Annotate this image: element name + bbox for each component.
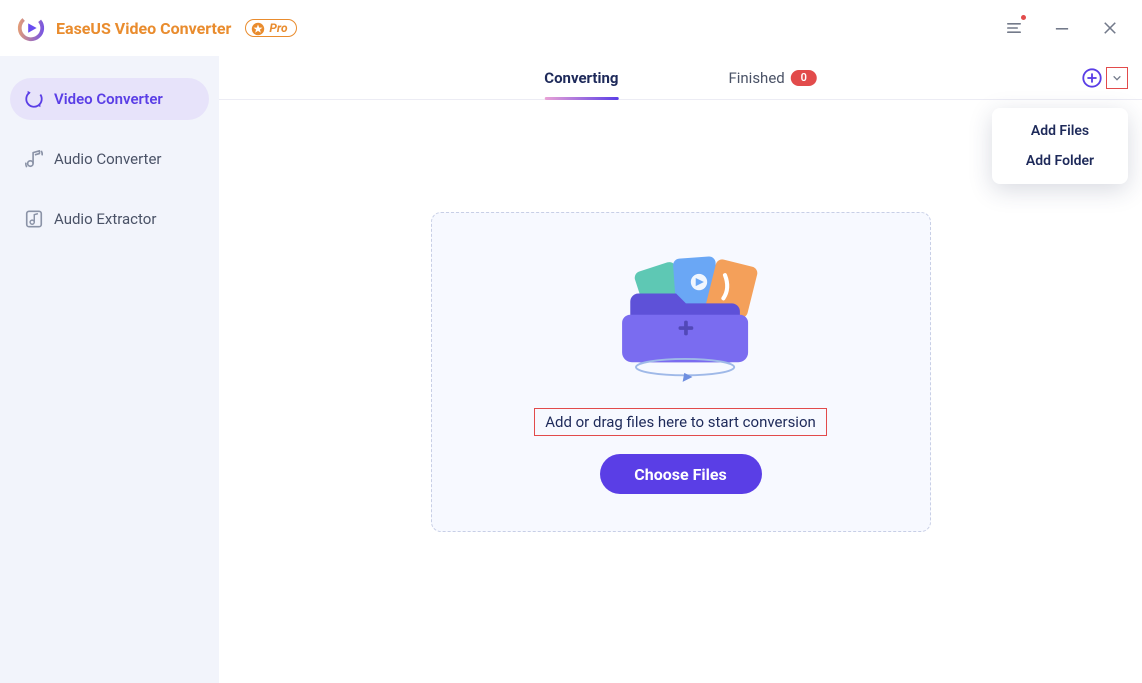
star-icon — [251, 21, 265, 35]
sidebar: Video Converter Audio Converter — [0, 56, 219, 683]
count-badge: 0 — [791, 70, 817, 86]
sidebar-item-video-converter[interactable]: Video Converter — [10, 78, 209, 120]
sidebar-item-label: Audio Extractor — [54, 210, 156, 228]
tab-converting[interactable]: Converting — [544, 56, 618, 99]
dropzone[interactable]: Add or drag files here to start conversi… — [431, 212, 931, 532]
tab-finished[interactable]: Finished 0 — [728, 56, 816, 99]
choose-files-button[interactable]: Choose Files — [600, 454, 762, 494]
add-button[interactable] — [1080, 66, 1104, 90]
dropdown-item-add-files[interactable]: Add Files — [992, 116, 1128, 146]
tab-label: Finished — [728, 69, 784, 87]
minimize-button[interactable] — [1052, 18, 1072, 38]
tabs-row: Converting Finished 0 — [219, 56, 1142, 100]
titlebar: EaseUS Video Converter Pro — [0, 0, 1142, 56]
sidebar-item-label: Audio Converter — [54, 150, 161, 168]
menu-button[interactable] — [1004, 18, 1024, 38]
dropdown-item-add-folder[interactable]: Add Folder — [992, 146, 1128, 176]
add-controls — [1080, 66, 1128, 90]
app-title: EaseUS Video Converter — [56, 19, 231, 38]
add-dropdown-menu: Add Files Add Folder — [992, 108, 1128, 184]
folder-illustration-icon — [591, 250, 771, 390]
dropzone-text: Add or drag files here to start conversi… — [534, 408, 827, 436]
add-dropdown-toggle[interactable] — [1106, 67, 1128, 89]
sidebar-item-audio-converter[interactable]: Audio Converter — [10, 138, 209, 180]
app-logo-group: EaseUS Video Converter Pro — [16, 13, 297, 43]
pro-badge: Pro — [245, 19, 296, 37]
video-converter-icon — [24, 89, 44, 109]
sidebar-item-label: Video Converter — [54, 90, 163, 108]
window-controls — [1004, 18, 1120, 38]
audio-extractor-icon — [24, 209, 44, 229]
audio-converter-icon — [24, 149, 44, 169]
close-button[interactable] — [1100, 18, 1120, 38]
pro-label: Pro — [269, 21, 287, 35]
tab-underline-icon — [544, 97, 618, 100]
sidebar-item-audio-extractor[interactable]: Audio Extractor — [10, 198, 209, 240]
dropzone-container: Add or drag files here to start conversi… — [219, 100, 1142, 683]
main-panel: Converting Finished 0 — [219, 56, 1142, 683]
app-logo-icon — [16, 13, 46, 43]
notification-dot-icon — [1021, 15, 1026, 20]
tab-label: Converting — [544, 69, 618, 87]
